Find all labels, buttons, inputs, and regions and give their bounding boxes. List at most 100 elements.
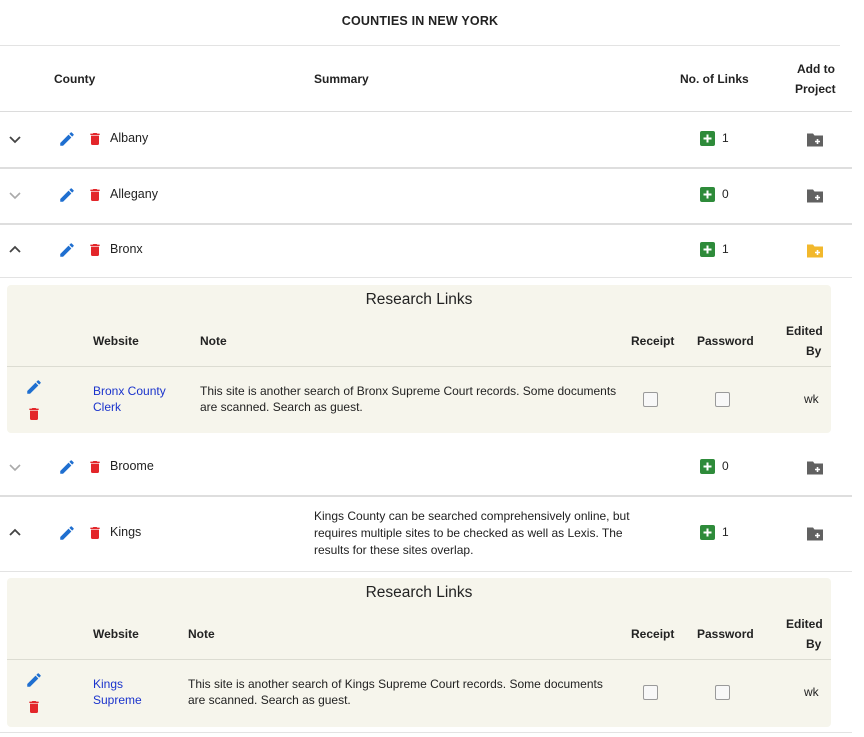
chevron-up-icon[interactable]: [8, 243, 22, 257]
column-header-add-line1: Add to: [797, 62, 835, 76]
delete-link-button[interactable]: [26, 405, 42, 423]
add-box-icon: [703, 190, 712, 199]
pencil-icon: [27, 380, 41, 394]
table-row: Allegany 0: [0, 168, 852, 225]
county-name: Broome: [110, 459, 154, 473]
note-text: This site is another search of Bronx Sup…: [200, 384, 617, 398]
website-link-line2[interactable]: Supreme: [93, 692, 142, 708]
panel-title: Research Links: [365, 584, 473, 601]
column-header-password: Password: [697, 627, 754, 641]
column-header-edited-line2: By: [806, 637, 822, 651]
link-count: 1: [722, 242, 729, 256]
folder-add-icon: [807, 461, 823, 475]
pencil-icon: [60, 243, 74, 257]
link-count: 0: [722, 187, 729, 201]
pencil-icon: [60, 132, 74, 146]
column-header-summary: Summary: [314, 72, 369, 86]
delete-link-button[interactable]: [26, 698, 42, 716]
edited-by: wk: [804, 392, 819, 406]
add-link-button[interactable]: [700, 459, 715, 474]
add-link-button[interactable]: [700, 242, 715, 257]
password-checkbox[interactable]: [715, 685, 730, 700]
county-name: Albany: [110, 131, 149, 145]
website-link-line2[interactable]: Clerk: [93, 399, 121, 415]
trash-icon: [90, 133, 100, 145]
website-link[interactable]: Bronx County: [93, 383, 166, 399]
link-count: 1: [722, 131, 729, 145]
add-box-icon: [703, 245, 712, 254]
edit-county-button[interactable]: [58, 524, 76, 542]
county-name: Allegany: [110, 187, 158, 201]
delete-county-button[interactable]: [87, 524, 103, 542]
add-box-icon: [703, 462, 712, 471]
add-to-project-button[interactable]: [806, 132, 824, 147]
column-header-add-line2: Project: [795, 82, 836, 96]
pencil-icon: [60, 526, 74, 540]
add-to-project-button[interactable]: [806, 526, 824, 541]
folder-add-icon: [807, 527, 823, 541]
table-row: Bronx 1: [0, 224, 852, 278]
column-header-county: County: [54, 72, 96, 86]
password-checkbox[interactable]: [715, 392, 730, 407]
folder-add-icon: [807, 244, 823, 258]
edit-link-button[interactable]: [25, 671, 43, 689]
edit-county-button[interactable]: [58, 186, 76, 204]
link-count: 1: [722, 525, 729, 539]
add-box-icon: [703, 528, 712, 537]
chevron-up-icon[interactable]: [8, 526, 22, 540]
link-count: 0: [722, 459, 729, 473]
chevron-down-icon[interactable]: [8, 460, 22, 474]
column-header-password: Password: [697, 334, 754, 348]
divider: [0, 732, 852, 733]
column-header-receipt: Receipt: [631, 334, 675, 348]
trash-icon: [90, 461, 100, 473]
table-row: Broome 0: [0, 440, 852, 497]
table-row: Albany 1: [0, 112, 852, 169]
county-name: Kings: [110, 525, 142, 539]
folder-add-icon: [807, 189, 823, 203]
note-text: This site is another search of Kings Sup…: [188, 677, 603, 691]
panel-header: Website Note Receipt Password Edited By: [7, 319, 831, 367]
edit-link-button[interactable]: [25, 378, 43, 396]
research-links-panel: Research Links Website Note Receipt Pass…: [7, 285, 831, 433]
receipt-checkbox[interactable]: [643, 392, 658, 407]
note-text-line2: are scanned. Search as guest.: [200, 400, 363, 414]
trash-icon: [90, 189, 100, 201]
chevron-down-icon[interactable]: [8, 132, 22, 146]
panel-header: Website Note Receipt Password Edited By: [7, 612, 831, 660]
delete-county-button[interactable]: [87, 130, 103, 148]
add-to-project-button[interactable]: [806, 460, 824, 475]
delete-county-button[interactable]: [87, 458, 103, 476]
pencil-icon: [60, 188, 74, 202]
website-link[interactable]: Kings: [93, 676, 123, 692]
column-header-note: Note: [200, 334, 227, 348]
edit-county-button[interactable]: [58, 130, 76, 148]
column-header-edited-line1: Edited: [786, 324, 823, 338]
pencil-icon: [60, 460, 74, 474]
receipt-checkbox[interactable]: [643, 685, 658, 700]
column-header-receipt: Receipt: [631, 627, 675, 641]
add-link-button[interactable]: [700, 187, 715, 202]
add-link-button[interactable]: [700, 131, 715, 146]
delete-county-button[interactable]: [87, 186, 103, 204]
trash-icon: [29, 701, 39, 713]
edit-county-button[interactable]: [58, 458, 76, 476]
add-to-project-button[interactable]: [806, 243, 824, 258]
link-row: Bronx County Clerk This site is another …: [7, 367, 831, 432]
add-link-button[interactable]: [700, 525, 715, 540]
column-header-edited-line2: By: [806, 344, 822, 358]
folder-add-icon: [807, 133, 823, 147]
add-to-project-button[interactable]: [806, 188, 824, 203]
delete-county-button[interactable]: [87, 241, 103, 259]
column-header-website: Website: [93, 334, 139, 348]
column-header-links: No. of Links: [680, 72, 749, 86]
link-row: Kings Supreme This site is another searc…: [7, 660, 831, 725]
table-row: Kings Kings County can be searched compr…: [0, 497, 852, 572]
trash-icon: [90, 527, 100, 539]
county-name: Bronx: [110, 242, 143, 256]
edited-by: wk: [804, 685, 819, 699]
column-header-edited-line1: Edited: [786, 617, 823, 631]
county-summary: Kings County can be searched comprehensi…: [314, 509, 630, 557]
chevron-down-icon[interactable]: [8, 188, 22, 202]
edit-county-button[interactable]: [58, 241, 76, 259]
